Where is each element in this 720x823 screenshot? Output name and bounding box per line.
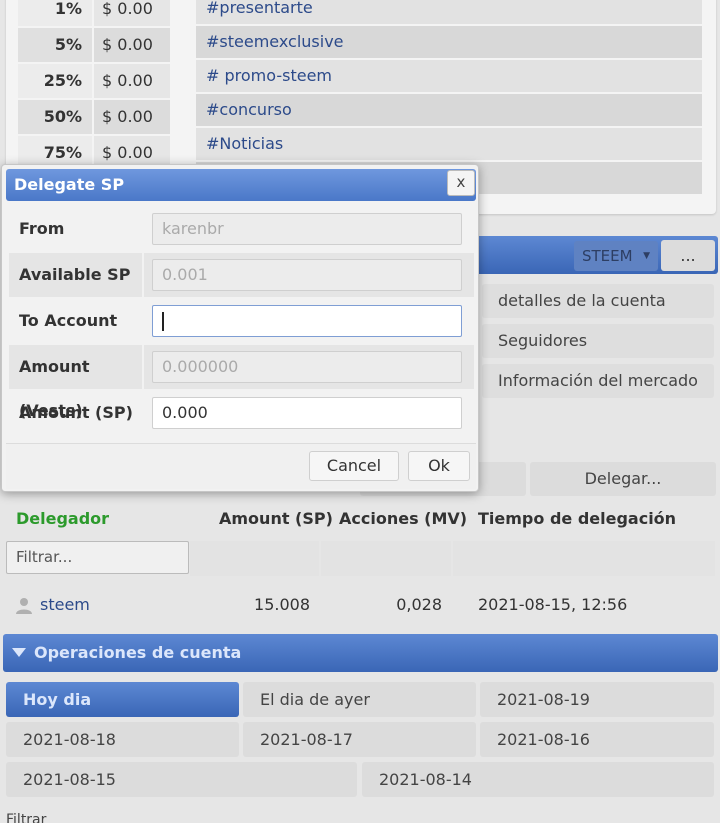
percent-row: 50% $ 0.00 xyxy=(18,100,170,134)
percent-row: 5% $ 0.00 xyxy=(18,28,170,62)
available-sp-label: Available SP xyxy=(9,253,142,297)
tag-link[interactable]: #Noticias xyxy=(196,128,702,160)
percent-value: $ 0.00 xyxy=(94,28,170,62)
from-account-field[interactable]: karenbr xyxy=(152,213,462,245)
shares-cell: 0,028 xyxy=(396,595,442,614)
close-button[interactable]: x xyxy=(447,170,475,196)
time-cell: 2021-08-15, 12:56 xyxy=(478,595,628,614)
form-row-from-account: From Account karenbr xyxy=(9,207,474,282)
form-row-amount-sp: Amount (SP) 0.000 xyxy=(9,391,474,435)
from-account-label: From Account xyxy=(19,219,92,282)
delegate-sp-dialog: Delegate SP x From Account karenbr Avail… xyxy=(1,164,479,492)
user-icon xyxy=(14,587,34,623)
amount-sp-label: Amount (SP) xyxy=(19,403,133,422)
day-filter-date[interactable]: 2021-08-14 xyxy=(362,762,714,797)
tag-link[interactable]: #concurso xyxy=(196,94,702,126)
menu-item-market-info[interactable]: Información del mercado xyxy=(482,364,714,398)
cancel-button[interactable]: Cancel xyxy=(309,451,399,481)
percent-value: $ 0.00 xyxy=(94,0,170,26)
percent-label: 50% xyxy=(18,100,92,134)
dropdown-arrow-icon: ▼ xyxy=(643,251,650,261)
operations-filter-label: Filtrar xyxy=(6,812,47,823)
text-caret xyxy=(162,312,164,331)
to-account-label: To Account xyxy=(19,311,118,330)
tag-link[interactable]: #steemexclusive xyxy=(196,26,702,58)
currency-select[interactable]: STEEM ▼ xyxy=(574,241,658,271)
form-row-available-sp: Available SP 0.001 xyxy=(9,253,474,297)
tag-link[interactable]: #presentarte xyxy=(196,0,702,24)
percent-label: 1% xyxy=(18,0,92,26)
dialog-footer xyxy=(6,444,476,489)
day-filter-date[interactable]: 2021-08-15 xyxy=(6,762,357,797)
column-header-delegator[interactable]: Delegador xyxy=(16,509,109,528)
currency-select-label: STEEM xyxy=(582,247,633,265)
day-filter-today[interactable]: Hoy dia xyxy=(6,682,239,717)
ok-button[interactable]: Ok xyxy=(408,451,470,481)
amount-vests-field[interactable]: 0.000000 xyxy=(152,351,462,383)
column-header-time[interactable]: Tiempo de delegación xyxy=(478,509,676,528)
amount-sp-field[interactable]: 0.000 xyxy=(152,397,462,429)
form-row-amount-vests: Amount (Vests) 0.000000 xyxy=(9,345,474,420)
percent-row: 1% $ 0.00 xyxy=(18,0,170,26)
amount-sp-cell: 15.008 xyxy=(254,595,310,614)
menu-item-account-details[interactable]: detalles de la cuenta xyxy=(482,284,714,318)
operations-title: Operaciones de cuenta xyxy=(34,643,242,662)
available-sp-field[interactable]: 0.001 xyxy=(152,259,462,291)
filter-cell xyxy=(321,541,451,576)
collapse-triangle-icon xyxy=(12,648,26,657)
delegator-filter-input[interactable]: Filtrar... xyxy=(6,541,189,574)
tab-delegate[interactable]: Delegar... xyxy=(530,462,716,496)
day-filter-date[interactable]: 2021-08-18 xyxy=(6,722,239,757)
percent-label: 5% xyxy=(18,28,92,62)
form-row-to-account: To Account xyxy=(9,299,474,343)
column-header-shares[interactable]: Acciones (MV) xyxy=(339,509,467,528)
column-header-amount-sp[interactable]: Amount (SP) xyxy=(219,509,333,528)
operations-header[interactable]: Operaciones de cuenta xyxy=(3,634,718,672)
filter-cell xyxy=(453,541,715,576)
day-filter-yesterday[interactable]: El dia de ayer xyxy=(243,682,476,717)
dialog-title: Delegate SP xyxy=(6,169,476,201)
filter-cell xyxy=(190,541,319,576)
percent-value: $ 0.00 xyxy=(94,64,170,98)
day-filter-date[interactable]: 2021-08-17 xyxy=(243,722,476,757)
day-filter-date[interactable]: 2021-08-19 xyxy=(480,682,714,717)
percent-row: 25% $ 0.00 xyxy=(18,64,170,98)
tag-link[interactable]: # promo-steem xyxy=(196,60,702,92)
percent-label: 25% xyxy=(18,64,92,98)
delegator-link[interactable]: steem xyxy=(40,587,90,623)
to-account-field[interactable] xyxy=(152,305,462,337)
amount-vests-label: Amount (Vests) xyxy=(9,345,142,420)
percent-value: $ 0.00 xyxy=(94,100,170,134)
more-button[interactable]: ... xyxy=(661,240,715,271)
menu-item-followers[interactable]: Seguidores xyxy=(482,324,714,358)
day-filter-date[interactable]: 2021-08-16 xyxy=(480,722,714,757)
